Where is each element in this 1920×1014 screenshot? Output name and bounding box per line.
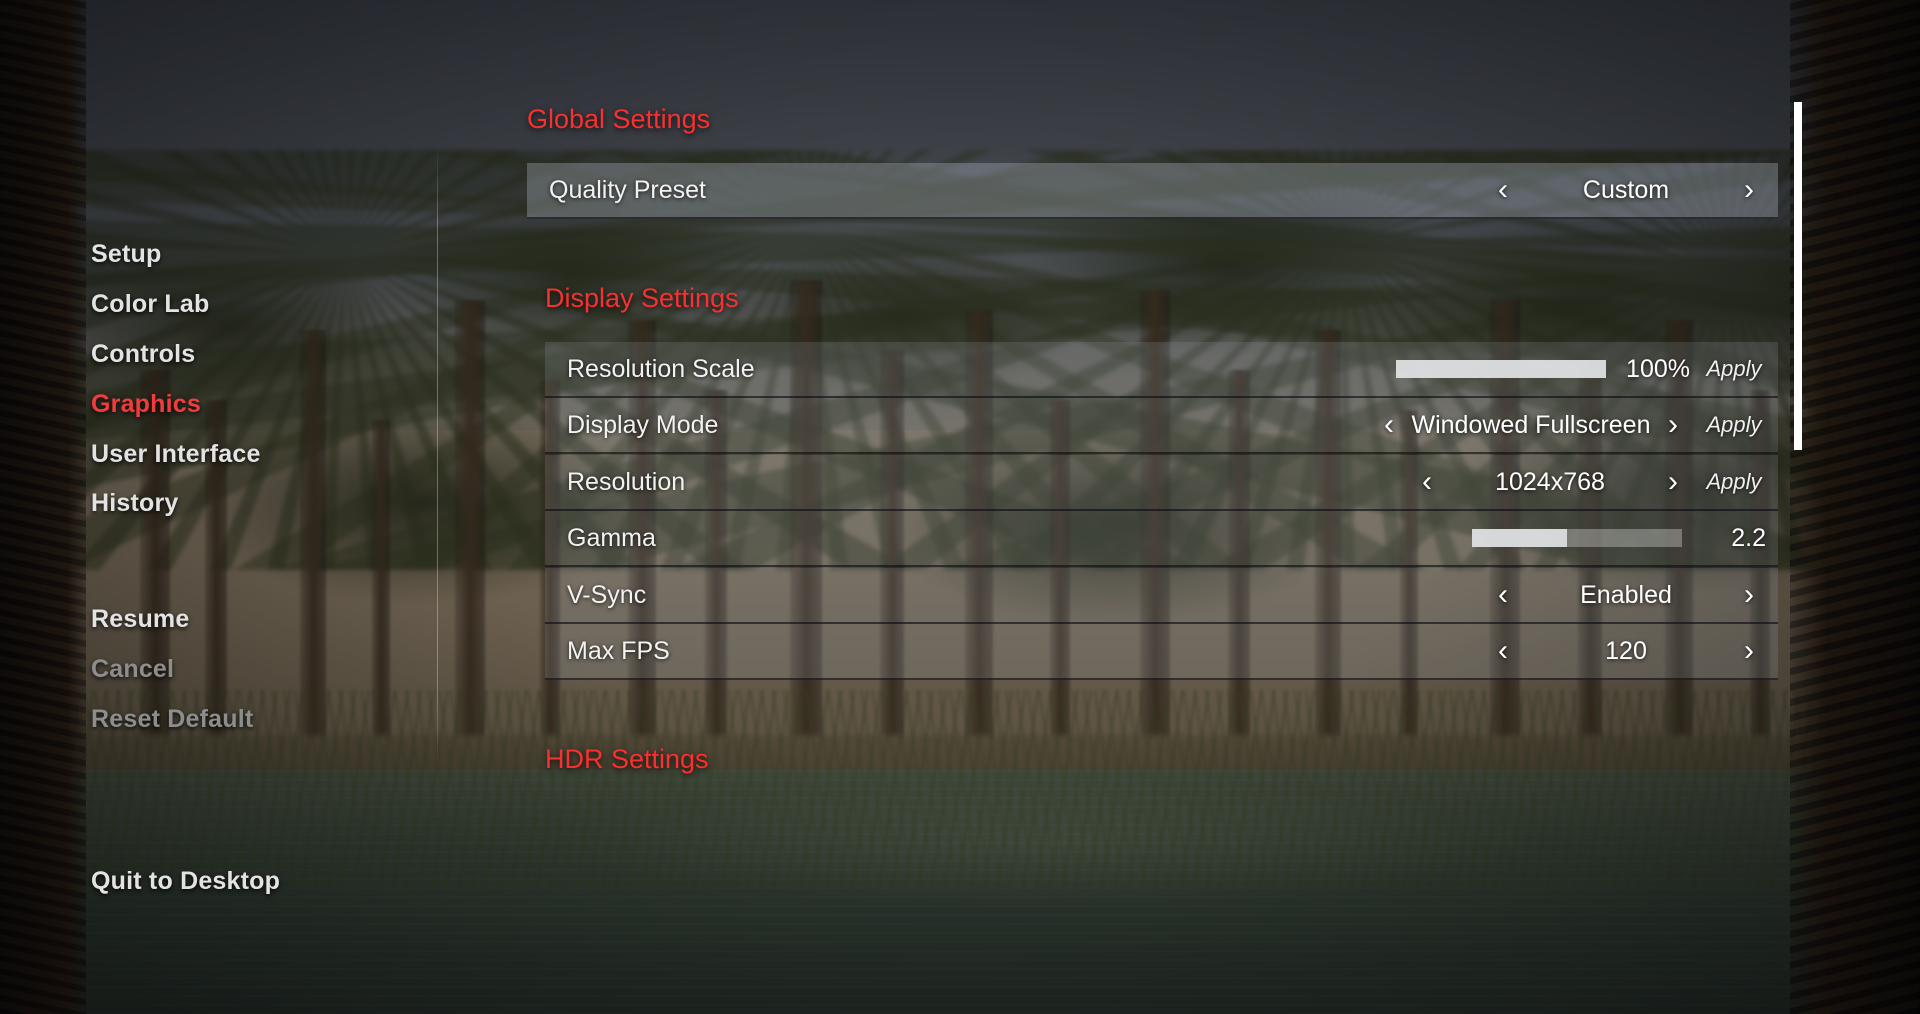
setting-control-quality-preset: ‹ Custom › — [1486, 163, 1778, 217]
setting-label-v-sync: V-Sync — [567, 580, 647, 609]
setting-label-max-fps: Max FPS — [567, 636, 670, 665]
setting-value-resolution-scale: 100% — [1626, 354, 1690, 383]
setting-label-quality-preset: Quality Preset — [549, 175, 707, 204]
setting-value-gamma: 2.2 — [1731, 523, 1766, 552]
settings-panel: Global Settings Display Settings HDR Setti… — [0, 0, 1920, 1014]
apply-button-resolution[interactable]: Apply — [1690, 469, 1778, 495]
chevron-left-icon-resolution[interactable]: ‹ — [1410, 467, 1444, 497]
pause-menu: Setup Color Lab Controls Graphics User Inter… — [0, 0, 1920, 1014]
apply-button-resolution-scale[interactable]: Apply — [1690, 356, 1778, 382]
chevron-right-icon-resolution[interactable]: › — [1656, 467, 1690, 497]
setting-value-display-mode: Windowed Fullscreen — [1411, 410, 1651, 439]
setting-label-display-mode: Display Mode — [567, 410, 719, 439]
setting-control-max-fps: ‹ 120 › — [1486, 624, 1778, 678]
chevron-left-icon-v-sync[interactable]: ‹ — [1486, 580, 1520, 610]
setting-control-resolution: ‹ 1024x768 › Apply — [1410, 455, 1778, 509]
scrollbar-thumb[interactable] — [1794, 102, 1802, 450]
setting-label-resolution: Resolution — [567, 467, 686, 496]
setting-value-resolution: 1024x768 — [1495, 467, 1605, 496]
chevron-left-icon-display-mode[interactable]: ‹ — [1372, 410, 1406, 440]
setting-row-v-sync[interactable]: V-Sync ‹ Enabled › — [545, 568, 1778, 624]
chevron-right-icon-quality-preset[interactable]: › — [1732, 175, 1766, 205]
apply-button-display-mode[interactable]: Apply — [1690, 412, 1778, 438]
setting-value-quality-preset: Custom — [1582, 175, 1670, 204]
slider-gamma[interactable] — [1472, 529, 1682, 547]
setting-row-gamma[interactable]: Gamma 2.2 — [545, 511, 1778, 567]
section-title-hdr-settings: HDR Settings — [545, 744, 709, 774]
setting-value-v-sync: Enabled — [1580, 580, 1672, 609]
chevron-right-icon-display-mode[interactable]: › — [1656, 410, 1690, 440]
setting-label-resolution-scale: Resolution Scale — [567, 354, 755, 383]
chevron-right-icon-v-sync[interactable]: › — [1732, 580, 1766, 610]
setting-control-gamma: 2.2 — [1472, 511, 1778, 565]
slider-fill-resolution-scale — [1396, 360, 1606, 378]
chevron-left-icon-max-fps[interactable]: ‹ — [1486, 636, 1520, 666]
setting-row-resolution[interactable]: Resolution ‹ 1024x768 › Apply — [545, 455, 1778, 511]
setting-label-gamma: Gamma — [567, 523, 656, 552]
setting-control-display-mode: ‹ Windowed Fullscreen › Apply — [1372, 398, 1778, 452]
setting-row-resolution-scale[interactable]: Resolution Scale 100% Apply — [545, 342, 1778, 398]
setting-row-display-mode[interactable]: Display Mode ‹ Windowed Fullscreen › Apply — [545, 398, 1778, 454]
setting-row-max-fps[interactable]: Max FPS ‹ 120 › — [545, 624, 1778, 680]
setting-row-quality-preset[interactable]: Quality Preset ‹ Custom › — [527, 163, 1778, 219]
section-title-global-settings: Global Settings — [527, 104, 711, 134]
chevron-right-icon-max-fps[interactable]: › — [1732, 636, 1766, 666]
setting-value-max-fps: 120 — [1605, 636, 1647, 665]
setting-control-resolution-scale: 100% Apply — [1396, 342, 1778, 396]
slider-resolution-scale[interactable] — [1396, 360, 1606, 378]
setting-control-v-sync: ‹ Enabled › — [1486, 568, 1778, 622]
chevron-left-icon-quality-preset[interactable]: ‹ — [1486, 175, 1520, 205]
section-title-display-settings: Display Settings — [545, 283, 739, 313]
slider-fill-gamma — [1472, 529, 1567, 547]
